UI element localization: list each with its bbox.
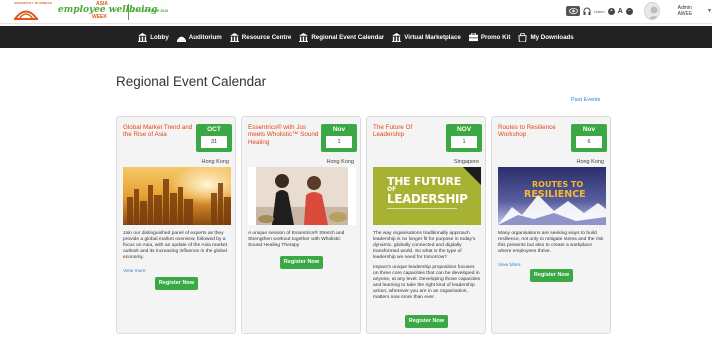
register-button[interactable]: Register Now <box>155 277 198 290</box>
building-icon <box>299 32 309 42</box>
event-title[interactable]: Essentrics® with Jos meets Wholistic™ So… <box>248 124 320 146</box>
image-text: LEADERSHIP <box>387 192 468 206</box>
event-location: Hong Kong <box>201 159 229 165</box>
past-events-link[interactable]: Past Events <box>571 97 600 103</box>
date-day: 1 <box>451 136 477 148</box>
nav-label: Lobby <box>150 33 169 41</box>
font-size-icon[interactable]: A <box>618 8 623 15</box>
nav-virtual-marketplace[interactable]: Virtual Marketplace <box>392 32 461 42</box>
main-nav: Lobby Auditorium Resource Centre Regiona… <box>0 26 712 48</box>
nav-label: Promo Kit <box>480 33 511 41</box>
event-location: Hong Kong <box>326 159 354 165</box>
description-paragraph: Many organisations are seeking ways to b… <box>498 231 604 254</box>
image-text: ROUTES TO <box>532 180 584 189</box>
date-month: OCT <box>207 126 221 133</box>
event-location: Singapore <box>453 159 479 165</box>
top-bar: UNIVERSITY BUSINESS ASIA employee wellbe… <box>0 0 712 24</box>
arch-logo-icon <box>14 10 38 20</box>
event-card: Essentrics® with Jos meets Wholistic™ So… <box>241 116 361 334</box>
user-name: Admin AWEE <box>677 5 693 17</box>
building-icon <box>138 32 148 42</box>
event-title[interactable]: Routes to Resilience Workshop <box>498 124 570 139</box>
user-menu[interactable]: Admin AWEE ▼ <box>644 1 712 21</box>
accessibility-tools: Listen + A − <box>566 5 633 17</box>
bag-icon <box>518 32 528 42</box>
brand-dates: 8 - 10 OCTOBER 2019 <box>132 9 169 13</box>
event-card: Routes to Resilience Workshop Nov 6 Hong… <box>491 116 611 334</box>
page-title: Regional Event Calendar <box>116 74 267 89</box>
event-description: Join our distinguished panel of experts … <box>123 231 231 261</box>
view-more-link[interactable]: View more <box>123 269 146 274</box>
brand-week: WEEK <box>92 14 107 20</box>
nav-label: Resource Centre <box>241 33 292 41</box>
event-image: THE FUTURE OF LEADERSHIP <box>373 167 481 225</box>
event-image: ROUTES TO RESILIENCE <box>498 167 606 225</box>
headphones-icon[interactable] <box>583 7 591 15</box>
image-caption <box>387 208 457 218</box>
promo-kit-icon <box>468 32 478 41</box>
register-button[interactable]: Register Now <box>530 269 573 282</box>
event-card: Global Market Trend and the Rise of Asia… <box>116 116 236 334</box>
date-badge: OCT 31 <box>196 124 232 152</box>
brand-logo[interactable]: UNIVERSITY BUSINESS ASIA employee wellbe… <box>14 1 157 22</box>
register-button[interactable]: Register Now <box>405 315 448 328</box>
nav-label: Virtual Marketplace <box>404 33 461 41</box>
date-month: Nov <box>582 126 596 133</box>
event-cards: Global Market Trend and the Rise of Asia… <box>116 116 612 334</box>
nav-label: Auditorium <box>188 33 222 41</box>
nav-label: My Downloads <box>530 33 574 41</box>
nav-lobby[interactable]: Lobby <box>138 32 169 42</box>
event-title[interactable]: Global Market Trend and the Rise of Asia <box>123 124 195 139</box>
brand-divider <box>128 4 129 20</box>
listen-label[interactable]: Listen <box>594 9 605 14</box>
auditorium-icon <box>176 36 186 42</box>
event-description: The way organisations traditionally appr… <box>373 231 481 301</box>
brand-top-text: UNIVERSITY BUSINESS <box>14 1 52 5</box>
event-description: Many organisations are seeking ways to b… <box>498 231 606 255</box>
nav-resource-centre[interactable]: Resource Centre <box>229 32 292 42</box>
nav-promo-kit[interactable]: Promo Kit <box>468 32 511 42</box>
zoom-in-icon[interactable]: + <box>607 7 615 15</box>
date-day: 6 <box>576 136 602 148</box>
chevron-down-icon[interactable]: ▼ <box>707 8 712 14</box>
date-day: 1 <box>326 136 352 148</box>
event-image <box>123 167 231 225</box>
nav-label: Regional Event Calendar <box>311 33 385 41</box>
image-text: THE FUTURE <box>387 175 461 188</box>
building-icon <box>229 32 239 42</box>
date-badge: Nov 1 <box>321 124 357 152</box>
image-text: RESILIENCE <box>524 189 586 200</box>
building-icon <box>392 32 402 42</box>
event-card: The Future Of Leadership NOV 1 Singapore… <box>366 116 486 334</box>
avatar <box>644 2 660 20</box>
eye-icon[interactable] <box>566 6 580 16</box>
event-location: Hong Kong <box>576 159 604 165</box>
event-description: A unique session of Essentrics® Stretch … <box>248 231 356 249</box>
description-paragraph: The way organisations traditionally appr… <box>373 231 476 260</box>
view-more-link[interactable]: View More <box>498 263 521 268</box>
nav-regional-event-calendar[interactable]: Regional Event Calendar <box>299 32 385 42</box>
event-image <box>248 167 356 225</box>
description-paragraph: Join our distinguished panel of experts … <box>123 231 228 260</box>
date-badge: NOV 1 <box>446 124 482 152</box>
date-day: 31 <box>201 136 227 148</box>
image-corner <box>463 167 481 185</box>
date-badge: Nov 6 <box>571 124 607 152</box>
date-month: Nov <box>332 126 346 133</box>
date-month: NOV <box>456 126 472 133</box>
zoom-out-icon[interactable]: − <box>625 7 633 15</box>
description-paragraph: Impact's unique leadership proposition f… <box>373 265 481 300</box>
nav-auditorium[interactable]: Auditorium <box>176 33 222 42</box>
nav-my-downloads[interactable]: My Downloads <box>518 32 574 42</box>
event-title[interactable]: The Future Of Leadership <box>373 124 445 139</box>
description-paragraph: A unique session of Essentrics® Stretch … <box>248 231 345 248</box>
register-button[interactable]: Register Now <box>280 256 323 269</box>
